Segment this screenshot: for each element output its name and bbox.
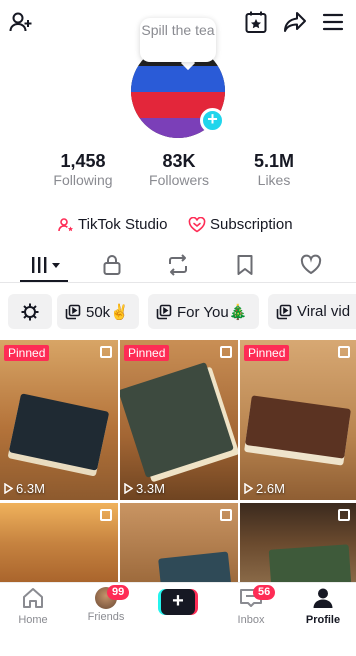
view-count-value: 2.6M bbox=[256, 481, 285, 496]
playlist-icon bbox=[156, 304, 172, 320]
tabs-divider bbox=[0, 282, 356, 283]
lock-icon bbox=[102, 254, 122, 276]
bottom-nav: Home 99 Friends + 56 Inbox Profile bbox=[0, 582, 356, 656]
tiktok-studio-link[interactable]: TikTok Studio bbox=[58, 216, 167, 234]
heart-icon bbox=[300, 254, 322, 276]
calendar-star-icon[interactable] bbox=[245, 10, 267, 34]
home-icon bbox=[21, 587, 45, 609]
home-label: Home bbox=[18, 614, 48, 626]
multi-photo-icon bbox=[338, 509, 350, 521]
tab-favorites[interactable] bbox=[235, 254, 255, 276]
nav-inbox[interactable]: 56 Inbox bbox=[219, 585, 283, 626]
menu-icon[interactable] bbox=[322, 12, 344, 32]
bookmark-icon bbox=[235, 254, 255, 276]
play-icon bbox=[244, 483, 253, 494]
view-count-value: 6.3M bbox=[16, 481, 45, 496]
view-count: 6.3M bbox=[4, 481, 45, 496]
following-count: 1,458 bbox=[60, 151, 106, 171]
view-count: 3.3M bbox=[124, 481, 165, 496]
view-count: 2.6M bbox=[244, 481, 285, 496]
add-user-icon[interactable] bbox=[9, 10, 33, 34]
playlist-icon bbox=[65, 304, 81, 320]
profile-icon bbox=[312, 587, 334, 609]
repost-icon bbox=[167, 254, 189, 276]
book-image bbox=[245, 395, 351, 459]
stat-following[interactable]: 1,458 Following bbox=[38, 151, 128, 189]
create-button[interactable]: + bbox=[158, 589, 198, 615]
book-image bbox=[8, 393, 110, 471]
video-tile[interactable] bbox=[120, 503, 238, 583]
inbox-label: Inbox bbox=[237, 614, 265, 626]
pinned-badge: Pinned bbox=[4, 345, 50, 361]
play-icon bbox=[124, 483, 133, 494]
gear-icon bbox=[20, 302, 40, 322]
friends-label: Friends bbox=[87, 611, 125, 623]
studio-person-icon bbox=[58, 217, 74, 233]
chip-playlist-1[interactable]: 50k✌️ bbox=[57, 294, 139, 329]
profile-label: Profile bbox=[305, 614, 341, 626]
likes-label: Likes bbox=[257, 172, 291, 188]
playlist-chips: 50k✌️ For You🎄 Viral vid bbox=[0, 294, 356, 330]
video-tile[interactable]: Pinned 3.3M bbox=[120, 340, 238, 500]
content-tabs bbox=[0, 252, 356, 282]
chip-label: 50k✌️ bbox=[86, 303, 129, 321]
creator-links: TikTok Studio Subscription bbox=[0, 216, 356, 236]
multi-photo-icon bbox=[220, 509, 232, 521]
tiktok-studio-label: TikTok Studio bbox=[78, 216, 168, 233]
video-tile[interactable]: Pinned 2.6M bbox=[240, 340, 356, 500]
view-count-value: 3.3M bbox=[136, 481, 165, 496]
chip-label: Viral vid bbox=[297, 303, 351, 320]
pinned-badge: Pinned bbox=[244, 345, 290, 361]
multi-photo-icon bbox=[100, 509, 112, 521]
add-story-plus-icon[interactable]: + bbox=[200, 108, 225, 133]
subscription-heart-icon bbox=[188, 217, 206, 233]
subscription-link[interactable]: Subscription bbox=[188, 216, 293, 234]
avatar-note-bubble[interactable]: Spill the tea bbox=[140, 18, 216, 62]
tab-private[interactable] bbox=[102, 254, 122, 276]
chip-label: For You🎄 bbox=[177, 303, 248, 321]
chip-playlist-3[interactable]: Viral vid bbox=[268, 294, 356, 329]
following-label: Following bbox=[53, 172, 113, 188]
video-tile[interactable] bbox=[0, 503, 118, 583]
nav-friends[interactable]: 99 Friends bbox=[74, 585, 138, 623]
pinned-badge: Pinned bbox=[124, 345, 170, 361]
nav-home[interactable]: Home bbox=[1, 587, 65, 626]
tab-liked[interactable] bbox=[300, 254, 322, 276]
multi-photo-icon bbox=[338, 346, 350, 358]
playlist-icon bbox=[276, 304, 292, 320]
avatar-note-text: Spill the tea bbox=[141, 22, 215, 38]
play-icon bbox=[4, 483, 13, 494]
chip-playlist-2[interactable]: For You🎄 bbox=[148, 294, 259, 329]
chip-settings[interactable] bbox=[8, 294, 52, 329]
multi-photo-icon bbox=[100, 346, 112, 358]
subscription-label: Subscription bbox=[210, 216, 293, 233]
video-tile[interactable]: Pinned 6.3M bbox=[0, 340, 118, 500]
stat-followers[interactable]: 83K Followers bbox=[134, 151, 224, 189]
videos-grid-icon bbox=[30, 254, 64, 276]
multi-photo-icon bbox=[220, 346, 232, 358]
book-image bbox=[120, 362, 234, 478]
inbox-badge: 56 bbox=[253, 585, 276, 600]
friends-badge: 99 bbox=[107, 585, 130, 600]
followers-count: 83K bbox=[162, 151, 196, 171]
video-grid: Pinned 6.3M Pinned 3.3M Pinned 2.6M bbox=[0, 340, 356, 583]
share-icon[interactable] bbox=[283, 11, 307, 33]
book-image bbox=[268, 544, 352, 583]
tab-reposts[interactable] bbox=[167, 254, 189, 276]
followers-label: Followers bbox=[149, 172, 209, 188]
video-tile[interactable] bbox=[240, 503, 356, 583]
create-plus: + bbox=[161, 589, 195, 615]
tab-videos[interactable] bbox=[30, 254, 64, 276]
likes-count: 5.1M bbox=[253, 151, 295, 171]
stat-likes[interactable]: 5.1M Likes bbox=[229, 151, 319, 189]
book-image bbox=[158, 551, 232, 583]
nav-profile[interactable]: Profile bbox=[291, 587, 355, 626]
